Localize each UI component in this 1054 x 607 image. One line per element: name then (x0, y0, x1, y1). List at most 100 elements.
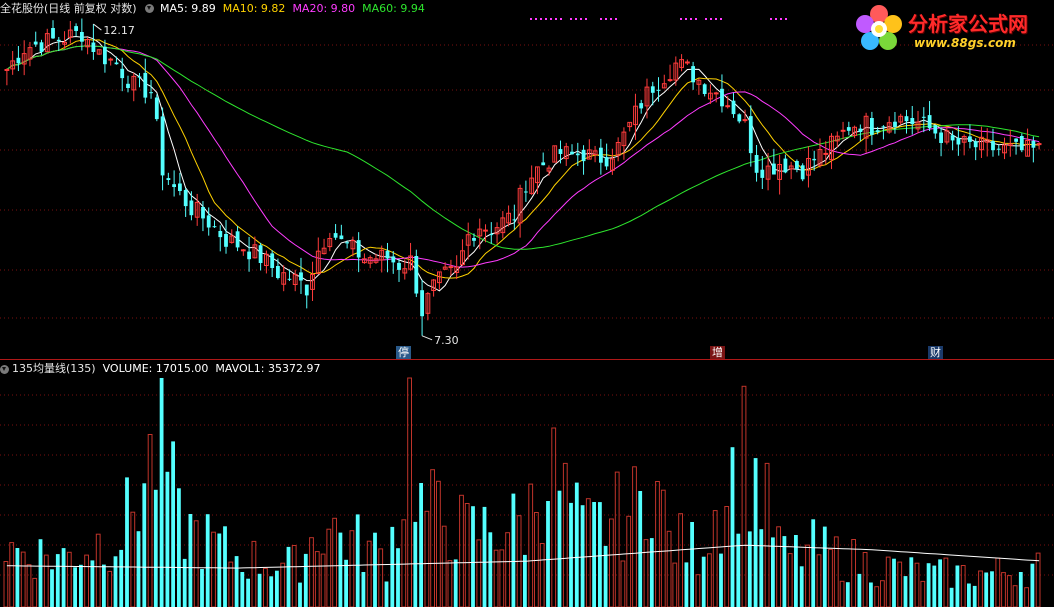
stock-title: 全花股份(日线 前复权 对数) (0, 2, 137, 15)
volume-bar (534, 512, 539, 607)
candle-body (1036, 143, 1042, 146)
volume-bar (119, 549, 124, 607)
candle-body (748, 116, 753, 154)
volume-bar (373, 532, 377, 607)
candle-body (420, 290, 424, 317)
volume-bar (102, 564, 106, 607)
volume-bar (407, 377, 413, 607)
candle-body (385, 250, 390, 259)
candle-body (448, 266, 454, 269)
ma5-label: MA5: 9.89 (160, 2, 216, 15)
ma60-label: MA60: 9.94 (362, 2, 425, 15)
candle-body (91, 42, 96, 52)
volume-bar (736, 533, 741, 607)
candle-body (881, 126, 886, 128)
volume-bar (275, 570, 279, 607)
candle-body (218, 231, 223, 238)
volume-bar (488, 532, 493, 607)
volume-bar (932, 565, 937, 607)
event-marker-increase[interactable]: 增 (710, 346, 725, 359)
volume-bar (3, 561, 9, 607)
volume-bar (822, 526, 827, 607)
signal-dot (605, 18, 607, 20)
candle-body (120, 68, 125, 79)
signal-dot (690, 18, 692, 20)
candle-body (939, 132, 943, 143)
volume-bar (978, 570, 983, 607)
volume-bar (188, 514, 193, 607)
candle-body (270, 253, 275, 268)
volume-collapse-toggle-icon[interactable] (0, 365, 9, 374)
volume-bar (557, 490, 562, 607)
volume-bar (90, 560, 95, 607)
candle-body (345, 242, 349, 244)
site-logo[interactable]: 分析家公式网 www.88gs.com (852, 2, 1048, 58)
candle-body (846, 127, 851, 131)
volume-bar (38, 539, 43, 607)
signal-dot (615, 18, 617, 20)
candle-body (783, 158, 788, 173)
volume-bar (666, 530, 672, 607)
volume-bar (366, 540, 372, 607)
volume-bar (990, 571, 994, 607)
candle-body (172, 184, 176, 187)
event-marker-suspend[interactable]: 停 (396, 346, 411, 359)
candle-body (754, 155, 759, 173)
volume-bar (66, 551, 72, 607)
collapse-toggle-icon[interactable] (145, 4, 154, 13)
candle-body (276, 266, 280, 278)
volume-bar (528, 483, 534, 607)
volume-bar (430, 469, 436, 607)
signal-dot (715, 18, 717, 20)
candle-body (1031, 140, 1036, 148)
candle-body (570, 151, 574, 155)
candle-body (996, 148, 1001, 150)
low-annotation: 7.30 (434, 334, 459, 347)
candle-body (691, 66, 695, 83)
volume-bar (20, 551, 26, 607)
volume-bar (153, 489, 158, 607)
volume-bar (436, 480, 441, 607)
volume-bar (1012, 585, 1018, 607)
volume-bar (26, 564, 32, 607)
event-marker-financial[interactable]: 财 (928, 346, 943, 359)
volume-bar (967, 583, 971, 607)
volume-bar (741, 385, 747, 607)
candle-body (166, 178, 171, 180)
volume-bar (459, 494, 464, 607)
volume-bar (200, 569, 204, 607)
candle-body (742, 119, 748, 122)
volume-bar (845, 582, 850, 607)
candle-body (760, 169, 765, 178)
candle-body (240, 249, 246, 252)
volume-bar (747, 531, 752, 607)
signal-dot (530, 18, 532, 20)
volume-bar (626, 515, 632, 607)
candle-body (870, 118, 874, 135)
volume-bars (3, 377, 1041, 607)
volume-bar (943, 557, 949, 607)
signal-dot (710, 18, 712, 20)
volume-bar (107, 570, 113, 607)
candle-body (840, 129, 846, 132)
volume-bar (471, 506, 475, 607)
candle-body (581, 149, 586, 162)
volume-bar (984, 572, 989, 607)
candle-body (991, 141, 995, 151)
volume-bar (396, 548, 400, 607)
volume-bar (724, 506, 730, 607)
stock-chart[interactable]: 12.17 7.30 (0, 0, 1054, 607)
signal-dot (720, 18, 722, 20)
candle-body (16, 57, 21, 64)
volume-bar (171, 441, 175, 607)
candle-body (512, 219, 517, 221)
low-annotation-leader (421, 335, 433, 341)
volume-bar (291, 545, 297, 607)
logo-url: www.88gs.com (914, 36, 1016, 50)
main-chart-header: 全花股份(日线 前复权 对数) (0, 2, 137, 16)
mavol-value: MAVOL1: 35372.97 (215, 362, 321, 375)
volume-bar (344, 559, 348, 607)
candle-body (725, 105, 731, 108)
volume-bar (182, 558, 187, 607)
volume-bar (390, 526, 395, 607)
